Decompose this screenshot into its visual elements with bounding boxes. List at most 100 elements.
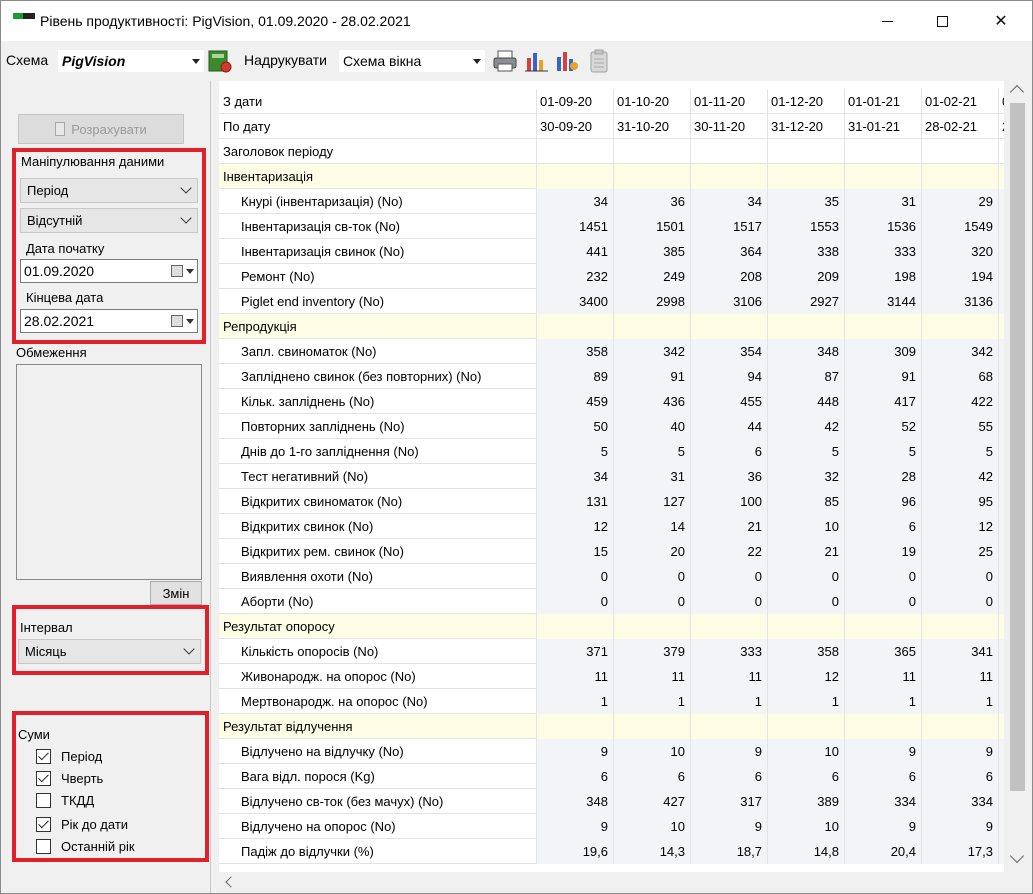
sum-period-checkbox[interactable]: Період <box>36 747 102 765</box>
table-cell[interactable]: 31-12-20 <box>767 114 844 139</box>
table-row[interactable]: Падіж до відлучки (%) 19,6 14,3 18,7 14,8 20,… <box>219 839 1004 864</box>
table-cell[interactable]: 9 <box>844 739 921 764</box>
header-row[interactable]: Заголовок періоду <box>219 139 1004 164</box>
table-cell[interactable]: 31-01-21 <box>844 114 921 139</box>
table-cell[interactable]: 3144 <box>844 289 921 314</box>
table-cell[interactable]: 9 <box>844 814 921 839</box>
scrollbar-thumb[interactable] <box>1010 103 1025 791</box>
table-cell[interactable]: 333 <box>844 239 921 264</box>
table-cell[interactable]: 14,8 <box>767 839 844 864</box>
table-cell[interactable]: 232 <box>536 264 613 289</box>
table-cell[interactable] <box>690 139 767 164</box>
table-row[interactable]: Мертвонародж. на опорос (No) 1 1 1 1 1 1 <box>219 689 1004 714</box>
maximize-button[interactable] <box>919 1 965 41</box>
table-cell[interactable]: 1536 <box>844 214 921 239</box>
table-cell[interactable] <box>921 614 998 639</box>
checkbox-checked-icon[interactable] <box>36 748 51 764</box>
table-cell[interactable] <box>690 714 767 739</box>
table-cell[interactable]: 6 <box>767 764 844 789</box>
checkbox-checked-icon[interactable] <box>36 816 51 832</box>
table-cell[interactable] <box>998 364 1004 389</box>
table-cell[interactable]: 22 <box>690 539 767 564</box>
table-cell[interactable] <box>998 514 1004 539</box>
start-date-field[interactable]: 01.09.2020 <box>20 259 198 283</box>
table-cell[interactable]: 436 <box>613 389 690 414</box>
table-cell[interactable]: 52 <box>844 414 921 439</box>
table-cell[interactable] <box>998 464 1004 489</box>
interval-select[interactable]: Місяць <box>18 639 201 664</box>
table-cell[interactable] <box>536 314 613 339</box>
table-cell[interactable]: 85 <box>767 489 844 514</box>
table-cell[interactable] <box>536 164 613 189</box>
table-cell[interactable]: 342 <box>921 339 998 364</box>
table-cell[interactable] <box>998 689 1004 714</box>
table-cell[interactable]: 341 <box>921 639 998 664</box>
table-cell[interactable]: 30-09-20 <box>536 114 613 139</box>
category-row[interactable]: Інвентаризація <box>219 164 1004 189</box>
table-cell[interactable]: 9 <box>536 814 613 839</box>
table-cell[interactable] <box>767 714 844 739</box>
checkbox-checked-icon[interactable] <box>36 770 51 786</box>
table-cell[interactable] <box>998 139 1004 164</box>
table-cell[interactable]: 91 <box>844 364 921 389</box>
table-row[interactable]: Запл. свиноматок (No) 358 342 354 348 309 342 <box>219 339 1004 364</box>
table-cell[interactable]: 309 <box>844 339 921 364</box>
table-cell[interactable] <box>998 189 1004 214</box>
table-cell[interactable]: 448 <box>767 389 844 414</box>
table-cell[interactable]: 9 <box>690 814 767 839</box>
table-cell[interactable] <box>998 164 1004 189</box>
table-cell[interactable]: 19 <box>844 539 921 564</box>
table-cell[interactable]: 32 <box>767 464 844 489</box>
table-cell[interactable]: 6 <box>536 764 613 789</box>
table-cell[interactable]: 68 <box>921 364 998 389</box>
table-row[interactable]: Відкритих свиноматок (No) 131 127 100 85 96 95 <box>219 489 1004 514</box>
table-cell[interactable]: 0 <box>613 564 690 589</box>
table-cell[interactable] <box>998 589 1004 614</box>
table-cell[interactable]: 01-01-21 <box>844 89 921 114</box>
calculate-button[interactable]: Розрахувати <box>18 114 184 144</box>
table-cell[interactable] <box>998 289 1004 314</box>
table-cell[interactable] <box>998 339 1004 364</box>
table-cell[interactable]: 1 <box>613 689 690 714</box>
header-row[interactable]: З дати 01-09-20 01-10-20 01-11-20 01-12-20 01… <box>219 89 1004 114</box>
schema-settings-icon[interactable] <box>208 48 234 74</box>
table-cell[interactable] <box>844 314 921 339</box>
table-row[interactable]: Повторних запліднень (No) 50 40 44 42 52 55 <box>219 414 1004 439</box>
table-cell[interactable]: 334 <box>844 789 921 814</box>
table-cell[interactable]: 96 <box>844 489 921 514</box>
table-cell[interactable] <box>998 539 1004 564</box>
table-cell[interactable]: 01-02-21 <box>921 89 998 114</box>
bar-chart-icon[interactable] <box>524 48 550 74</box>
table-row[interactable]: Piglet end inventory (No) 3400 2998 3106 292… <box>219 289 1004 314</box>
table-cell[interactable] <box>998 664 1004 689</box>
table-cell[interactable]: 5 <box>921 439 998 464</box>
category-row[interactable]: Результат опоросу <box>219 614 1004 639</box>
calendar-icon[interactable] <box>171 315 183 327</box>
table-cell[interactable]: 34 <box>536 464 613 489</box>
table-cell[interactable]: 441 <box>536 239 613 264</box>
table-cell[interactable]: 2 <box>998 114 1004 139</box>
table-cell[interactable] <box>613 139 690 164</box>
table-cell[interactable]: 0 <box>767 564 844 589</box>
table-cell[interactable]: 91 <box>613 364 690 389</box>
table-cell[interactable]: 0 <box>844 589 921 614</box>
table-row[interactable]: Відлучено на відлучку (No) 9 10 9 10 9 9 <box>219 739 1004 764</box>
table-cell[interactable]: 127 <box>613 489 690 514</box>
table-cell[interactable]: 11 <box>613 664 690 689</box>
table-cell[interactable]: 1 <box>844 689 921 714</box>
table-cell[interactable]: 1 <box>536 689 613 714</box>
table-cell[interactable]: 31 <box>613 464 690 489</box>
table-cell[interactable] <box>998 764 1004 789</box>
scroll-down-icon[interactable] <box>1009 848 1025 864</box>
table-row[interactable]: Відлучено св-ток (без мачух) (No) 348 427 3… <box>219 789 1004 814</box>
table-cell[interactable]: 194 <box>921 264 998 289</box>
restrictions-list[interactable] <box>16 364 202 580</box>
table-cell[interactable]: 6 <box>690 439 767 464</box>
table-row[interactable]: Запліднено свинок (без повторних) (No) 89… <box>219 364 1004 389</box>
table-cell[interactable]: 459 <box>536 389 613 414</box>
table-cell[interactable] <box>767 314 844 339</box>
minimize-button[interactable] <box>864 1 910 41</box>
printer-icon[interactable] <box>492 48 518 74</box>
table-cell[interactable] <box>536 714 613 739</box>
table-cell[interactable]: 455 <box>690 389 767 414</box>
